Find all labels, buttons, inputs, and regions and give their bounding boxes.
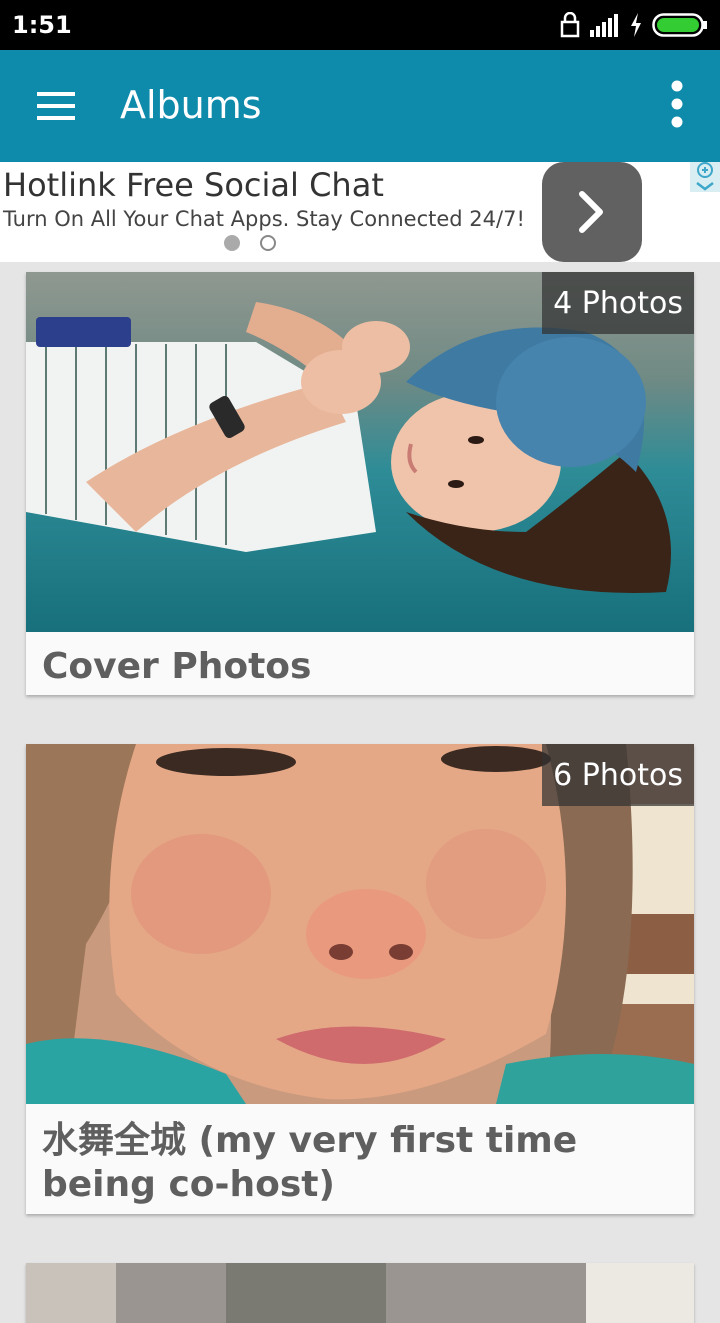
album-card[interactable]	[26, 1263, 694, 1323]
ad-go-button[interactable]	[542, 162, 642, 262]
album-card[interactable]: 6 Photos 水舞全城 (my very first time being …	[26, 744, 694, 1214]
adchoices-icon[interactable]	[690, 162, 720, 192]
ad-pager-dot[interactable]	[260, 235, 276, 251]
album-cover-photo[interactable]: 4 Photos	[26, 272, 694, 632]
photo-count-badge: 6 Photos	[542, 744, 694, 806]
menu-icon[interactable]	[30, 84, 82, 128]
ad-pager	[224, 235, 276, 251]
album-cover-photo[interactable]	[26, 1263, 694, 1323]
album-title[interactable]: 水舞全城 (my very first time being co-host)	[42, 1119, 682, 1207]
photo-count-badge: 4 Photos	[542, 272, 694, 334]
app-toolbar: Albums	[0, 50, 720, 162]
ad-title[interactable]: Hotlink Free Social Chat	[3, 166, 384, 204]
album-card[interactable]: 4 Photos Cover Photos	[26, 272, 694, 695]
charging-icon	[630, 13, 642, 37]
ad-subtitle: Turn On All Your Chat Apps. Stay Connect…	[3, 207, 525, 231]
lock-icon	[560, 12, 580, 38]
ad-banner[interactable]: Hotlink Free Social Chat Turn On All You…	[0, 162, 720, 262]
status-time: 1:51	[12, 11, 72, 39]
signal-icon	[590, 13, 620, 37]
album-cover-photo[interactable]: 6 Photos	[26, 744, 694, 1104]
chevron-right-icon	[579, 191, 603, 233]
page-title: Albums	[120, 83, 262, 127]
status-icons	[560, 12, 708, 38]
more-vert-icon[interactable]	[662, 78, 692, 134]
album-title[interactable]: Cover Photos	[42, 645, 682, 689]
ad-pager-dot-active[interactable]	[224, 235, 240, 251]
status-bar: 1:51	[0, 0, 720, 50]
battery-icon	[652, 13, 708, 37]
